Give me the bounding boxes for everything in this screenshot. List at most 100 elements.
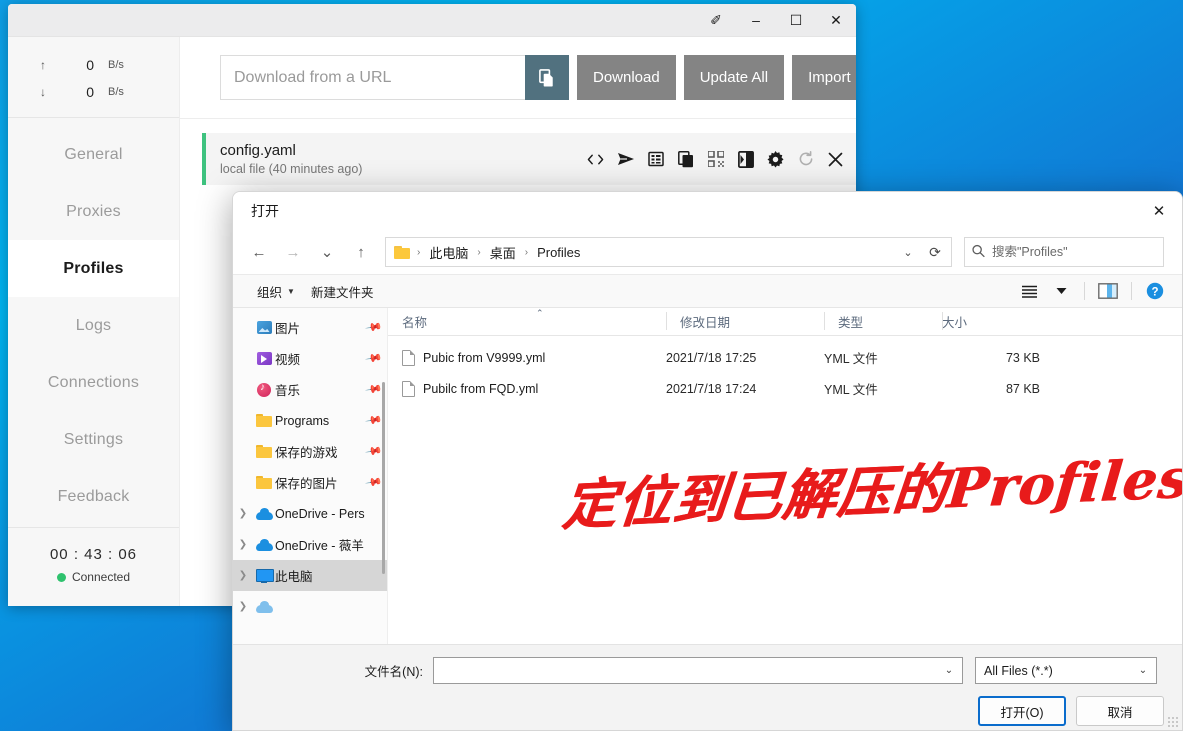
refresh-icon[interactable]: ⟳: [921, 244, 949, 261]
connection-status-panel: 00 : 43 : 06 Connected: [8, 527, 179, 606]
dialog-title: 打开: [251, 203, 279, 219]
up-one-level-button[interactable]: ↑: [345, 236, 377, 268]
tree-item-label: 视频: [275, 353, 301, 367]
view-options-dropdown[interactable]: [1046, 278, 1076, 304]
organize-label: 组织: [257, 285, 283, 300]
profile-name: config.yaml: [220, 142, 296, 160]
breadcrumb-item-desktop[interactable]: 桌面: [485, 241, 521, 264]
tree-item-partial[interactable]: ❯: [233, 591, 387, 622]
sidebar-item-settings[interactable]: Settings: [8, 411, 179, 468]
tree-item-label: 图片: [275, 322, 301, 336]
qr-code-icon[interactable]: [707, 150, 725, 168]
paste-from-clipboard-button[interactable]: [525, 55, 569, 100]
filename-input[interactable]: [440, 663, 938, 678]
table-row[interactable]: Pubic from V9999.yml 2021/7/18 17:25 YML…: [388, 342, 1182, 373]
file-type-filter-combobox[interactable]: All Files (*.*) ⌄: [975, 657, 1157, 684]
chevron-right-icon[interactable]: ❯: [233, 601, 253, 612]
search-box[interactable]: [964, 237, 1164, 267]
open-button[interactable]: 打开(O): [978, 696, 1066, 726]
dialog-bottom-bar: 文件名(N): ⌄ All Files (*.*) ⌄ 打开(O) 取消: [233, 644, 1182, 730]
dialog-close-button[interactable]: ✕: [1136, 192, 1182, 230]
profiles-list: config.yaml local file (40 minutes ago): [180, 119, 856, 185]
new-folder-button[interactable]: 新建文件夹: [303, 278, 382, 305]
tree-item-videos[interactable]: 视频 📌: [233, 343, 387, 374]
tree-item-onedrive-personal[interactable]: ❯ OneDrive - Pers: [233, 498, 387, 529]
column-header-name[interactable]: 名称: [388, 308, 666, 336]
close-icon[interactable]: [827, 150, 845, 168]
sidebar-item-proxies[interactable]: Proxies: [8, 183, 179, 240]
chevron-right-icon[interactable]: ❯: [233, 539, 253, 550]
maximize-icon: ☐: [789, 12, 803, 28]
breadcrumb[interactable]: › 此电脑 › 桌面 › Profiles ⌄ ⟳: [385, 237, 952, 267]
cancel-button[interactable]: 取消: [1076, 696, 1164, 726]
column-header-date-modified[interactable]: 修改日期: [666, 308, 824, 336]
sidebar-item-label: Connections: [47, 373, 140, 391]
sidebar-item-profiles[interactable]: Profiles: [8, 240, 179, 297]
tree-item-label: 音乐: [275, 384, 301, 398]
pin-window-button[interactable]: ✐: [696, 4, 736, 36]
tree-item-pictures[interactable]: 图片 📌: [233, 312, 387, 343]
organize-menu-button[interactable]: 组织 ▼: [249, 278, 303, 305]
close-window-button[interactable]: ✕: [816, 4, 856, 36]
breadcrumb-item-this-pc[interactable]: 此电脑: [424, 241, 473, 264]
update-all-button[interactable]: Update All: [683, 55, 785, 100]
list-icon[interactable]: [647, 150, 665, 168]
back-button[interactable]: ←: [243, 236, 275, 268]
column-header-type[interactable]: 类型: [824, 308, 942, 336]
pin-icon: 📌: [364, 443, 383, 461]
copy-icon[interactable]: [677, 150, 695, 168]
tree-item-onedrive-business[interactable]: ❯ OneDrive - 薇羊: [233, 529, 387, 560]
breadcrumb-item-profiles[interactable]: Profiles: [532, 243, 585, 262]
sidebar-item-logs[interactable]: Logs: [8, 297, 179, 354]
breadcrumb-separator: ›: [524, 246, 529, 258]
sidebar-item-feedback[interactable]: Feedback: [8, 468, 179, 525]
file-size-cell: 73 KB: [1005, 350, 1040, 365]
sidebar-item-general[interactable]: General: [8, 126, 179, 183]
help-icon[interactable]: ?: [1140, 278, 1170, 304]
view-list-icon[interactable]: [1014, 278, 1044, 304]
tree-item-programs[interactable]: Programs 📌: [233, 405, 387, 436]
download-button[interactable]: Download: [577, 55, 676, 100]
gear-icon[interactable]: [767, 150, 785, 168]
table-row[interactable]: Pubilc from FQD.yml 2021/7/18 17:24 YML …: [388, 373, 1182, 404]
traffic-stats: ↑ 0 B/s ↓ 0 B/s: [8, 37, 179, 118]
minimize-button[interactable]: –: [736, 4, 776, 36]
send-icon[interactable]: [617, 150, 635, 168]
search-input[interactable]: [992, 245, 1155, 259]
tree-item-saved-pictures[interactable]: 保存的图片 📌: [233, 467, 387, 498]
dialog-content: 图片 📌 视频 📌 音乐 📌 Programs 📌: [233, 308, 1182, 644]
chevron-right-icon[interactable]: ❯: [233, 508, 253, 519]
tree-item-saved-games[interactable]: 保存的游戏 📌: [233, 436, 387, 467]
tree-item-this-pc[interactable]: ❯ 此电脑: [233, 560, 387, 591]
breadcrumb-dropdown-icon[interactable]: ⌄: [895, 246, 921, 259]
code-brackets-icon[interactable]: [587, 150, 605, 168]
profile-actions: [587, 150, 845, 168]
download-url-input[interactable]: [220, 55, 525, 100]
profile-card[interactable]: config.yaml local file (40 minutes ago): [202, 133, 856, 185]
arrow-up-icon: ↑: [357, 243, 365, 261]
tree-item-music[interactable]: 音乐 📌: [233, 374, 387, 405]
chevron-right-icon[interactable]: ❯: [233, 570, 253, 581]
refresh-icon[interactable]: [797, 150, 815, 168]
sidebar-item-connections[interactable]: Connections: [8, 354, 179, 411]
column-label: 大小: [942, 316, 968, 330]
filename-combobox[interactable]: ⌄: [433, 657, 963, 684]
videos-icon: [253, 352, 275, 365]
preview-pane-icon[interactable]: [1093, 278, 1123, 304]
file-type-cell: YML 文件: [824, 383, 878, 397]
chevron-down-icon[interactable]: ⌄: [1132, 665, 1154, 676]
import-button[interactable]: Import: [792, 55, 856, 100]
sidebar-item-label: Logs: [75, 316, 112, 334]
column-header-size[interactable]: 大小: [942, 308, 1050, 336]
contrast-book-icon[interactable]: [737, 150, 755, 168]
chevron-down-icon[interactable]: ⌄: [938, 665, 960, 676]
tree-item-label: OneDrive - Pers: [275, 506, 365, 521]
pin-icon: 📌: [364, 350, 383, 368]
recent-locations-button[interactable]: ⌄: [311, 236, 343, 268]
download-speed-value: 0: [86, 83, 94, 100]
tree-scrollbar-thumb[interactable]: [382, 382, 385, 574]
maximize-button[interactable]: ☐: [776, 4, 816, 36]
resize-grip[interactable]: [1167, 716, 1179, 728]
forward-button[interactable]: →: [277, 236, 309, 268]
upload-speed-unit: B/s: [108, 58, 124, 71]
